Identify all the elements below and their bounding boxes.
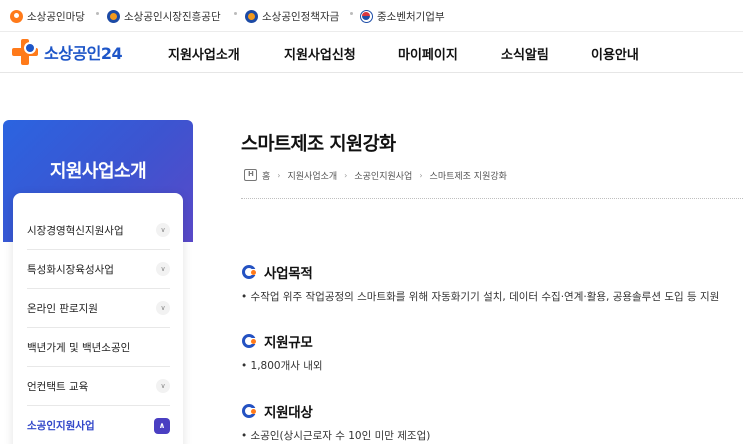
sidebar-item-centennial-store[interactable]: 백년가게 및 백년소공인: [27, 328, 170, 367]
section-heading-purpose: 사업목적: [242, 262, 313, 282]
utility-bar: 소상공인마당 소상공인시장진흥공단 소상공인정책자금 중소벤처기업부: [0, 0, 743, 32]
util-link-madang[interactable]: 소상공인마당: [10, 8, 85, 24]
section-heading-scale: 지원규모: [242, 331, 313, 351]
chevron-down-icon: ∨: [156, 223, 170, 237]
nav-item-mypage[interactable]: 마이페이지: [398, 44, 458, 63]
chevron-down-icon: ∨: [156, 379, 170, 393]
home-icon[interactable]: [244, 169, 257, 181]
chevron-right-icon: ›: [277, 170, 281, 180]
util-link-policy-fund[interactable]: 소상공인정책자금: [245, 8, 339, 24]
section-body: • 소공인(상시근로자 수 10인 미만 제조업): [241, 430, 431, 442]
divider: [241, 198, 743, 199]
util-link-label: 중소벤처기업부: [377, 10, 445, 23]
sidebar-menu: 시장경영혁신지원사업 ∨ 특성화시장육성사업 ∨ 온라인 판로지원 ∨ 백년가게…: [13, 193, 183, 444]
breadcrumb: 홈 › 지원사업소개 › 소공인지원사업 › 스마트제조 지원강화: [244, 168, 507, 182]
breadcrumb-item[interactable]: 소공인지원사업: [354, 169, 412, 182]
util-link-label: 소상공인마당: [27, 10, 85, 23]
util-link-mss[interactable]: 중소벤처기업부: [360, 8, 445, 24]
separator-dot: [350, 12, 353, 15]
sidebar-item-label: 온라인 판로지원: [27, 302, 98, 315]
plus-logo-icon: [10, 37, 40, 67]
sidebar-item-label: 특성화시장육성사업: [27, 263, 114, 276]
gov-emblem-icon: [360, 9, 373, 23]
sidebar-item-market-innovation[interactable]: 시장경영혁신지원사업 ∨: [27, 211, 170, 250]
sidebar-item-online-sales[interactable]: 온라인 판로지원 ∨: [27, 289, 170, 328]
sidebar-item-label: 언컨택트 교육: [27, 380, 89, 393]
nav-item-news[interactable]: 소식알림: [501, 44, 549, 63]
chevron-up-icon[interactable]: ∧: [154, 417, 170, 434]
nav-item-support-apply[interactable]: 지원사업신청: [284, 44, 356, 63]
breadcrumb-item[interactable]: 지원사업소개: [287, 169, 337, 182]
main-header: 소상공인24 지원사업소개 지원사업신청 마이페이지 소식알림 이용안내: [0, 33, 743, 73]
util-link-label: 소상공인정책자금: [262, 10, 340, 23]
sidebar-item-label: 소공인지원사업: [27, 420, 95, 432]
sidebar-item-specialized-market[interactable]: 특성화시장육성사업 ∨: [27, 250, 170, 289]
util-link-label: 소상공인시장진흥공단: [124, 10, 221, 23]
section-title: 지원규모: [264, 335, 313, 351]
chevron-right-icon: ›: [344, 170, 348, 180]
section-body: • 1,800개사 내외: [241, 360, 323, 372]
sidebar-item-untact-education[interactable]: 언컨택트 교육 ∨: [27, 367, 170, 406]
breadcrumb-current: 스마트제조 지원강화: [429, 171, 507, 182]
nav-item-support-intro[interactable]: 지원사업소개: [168, 44, 240, 63]
separator-dot: [96, 12, 99, 15]
site-logo[interactable]: 소상공인24: [10, 37, 123, 67]
section-title: 지원대상: [264, 405, 313, 421]
section-body: • 수작업 위주 작업공정의 스마트화를 위해 자동화기기 설치, 데이터 수집…: [241, 291, 720, 303]
nav-item-guide[interactable]: 이용안내: [591, 44, 639, 63]
madang-logo-icon: [10, 9, 23, 23]
chevron-down-icon: ∨: [156, 301, 170, 315]
section-title: 사업목적: [264, 266, 313, 282]
sidebar-item-small-manufacturer[interactable]: 소공인지원사업 ∧: [27, 406, 170, 444]
section-bullet-icon: [242, 334, 257, 348]
separator-dot: [234, 12, 237, 15]
util-link-semas[interactable]: 소상공인시장진흥공단: [107, 8, 221, 24]
page-title: 스마트제조 지원강화: [241, 134, 396, 155]
breadcrumb-home[interactable]: 홈: [262, 169, 270, 182]
sidebar-item-label: 시장경영혁신지원사업: [27, 224, 124, 237]
section-bullet-icon: [242, 265, 257, 279]
chevron-right-icon: ›: [419, 170, 423, 180]
logo-text: 소상공인24: [44, 44, 123, 63]
sidebar-title: 지원사업소개: [49, 161, 147, 182]
semas-logo-icon: [107, 9, 120, 23]
chevron-down-icon: ∨: [156, 262, 170, 276]
section-bullet-icon: [242, 404, 257, 418]
section-heading-target: 지원대상: [242, 401, 313, 421]
semas-logo-icon: [245, 9, 258, 23]
sidebar-item-label: 백년가게 및 백년소공인: [27, 341, 131, 354]
